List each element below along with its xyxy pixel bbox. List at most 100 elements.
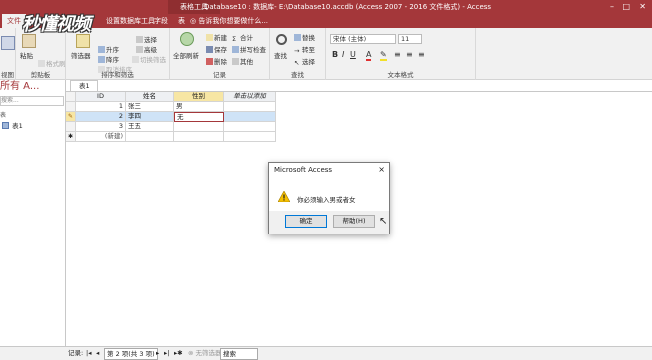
record-selector-current[interactable]: ✎ (66, 112, 76, 122)
prev-record-icon[interactable]: ◂ (96, 347, 99, 360)
font-name-select[interactable]: 宋体 (主体) (330, 34, 396, 44)
cell-name[interactable]: 王五 (126, 122, 174, 132)
find-label: 查找 (291, 71, 304, 79)
tab-table[interactable]: 表 (178, 14, 185, 28)
close-icon[interactable]: × (378, 165, 385, 174)
close-window-icon[interactable]: ✕ (639, 0, 646, 14)
next-record-icon[interactable]: ▸ (156, 347, 159, 360)
nav-item-table1[interactable]: 表1 (2, 120, 23, 130)
descending-button[interactable]: 降序 (98, 54, 119, 64)
document-tab-table1[interactable]: 表1 (70, 80, 98, 91)
delete-icon (206, 58, 213, 65)
align-right-icon[interactable]: ≡ (418, 50, 425, 59)
format-painter-button[interactable]: 格式刷 (38, 58, 66, 68)
save-record-button[interactable]: 保存 (206, 44, 227, 54)
records-label: 记录 (213, 71, 226, 79)
dialog-title: Microsoft Access (274, 166, 333, 174)
maximize-icon[interactable]: □ (622, 0, 630, 14)
column-header-gender[interactable]: 性别 (174, 92, 224, 102)
ascending-button[interactable]: 升序 (98, 44, 119, 54)
cell-empty[interactable] (174, 132, 224, 142)
record-position-field[interactable]: 第 2 项(共 3 项) (104, 348, 158, 360)
records-label: 记录: (68, 349, 84, 357)
filter-status[interactable]: ⊗ 无筛选器 (188, 347, 222, 360)
refresh-all-button[interactable]: 全部刷新 (173, 50, 199, 60)
tab-database-tools[interactable]: 设置数据库工具 (106, 14, 155, 28)
cell-empty[interactable] (126, 132, 174, 142)
nav-pane-header[interactable]: 所有 A... (0, 80, 66, 94)
text-format-label: 文本格式 (387, 71, 414, 79)
more-icon (232, 58, 239, 65)
font-size-select[interactable]: 11 (398, 34, 422, 44)
warning-icon (278, 191, 290, 202)
highlight-icon[interactable]: ✎ (380, 50, 387, 61)
cell-gender[interactable]: 男 (174, 102, 224, 112)
cell-gender[interactable] (174, 122, 224, 132)
cell-id[interactable]: 3 (76, 122, 126, 132)
nav-search-input[interactable]: 搜索... (0, 96, 64, 106)
help-button[interactable]: 帮助(H) (333, 215, 375, 228)
sort-filter-label: 排序和筛选 (101, 71, 134, 79)
cell-empty[interactable] (224, 102, 276, 112)
window-title: Database10 : 数据库- E:\Database10.accdb (A… (204, 3, 492, 11)
record-selector[interactable] (66, 122, 76, 132)
cell-empty[interactable] (224, 132, 276, 142)
brush-icon (38, 60, 45, 67)
clipboard-label: 剪贴板 (30, 71, 51, 79)
cell-empty[interactable] (224, 112, 276, 122)
select-button[interactable]: ↖ 选择 (294, 56, 315, 67)
select-all-cell[interactable] (66, 92, 76, 102)
font-color-icon[interactable]: A (366, 50, 372, 61)
selection-button[interactable]: 选择 (136, 34, 157, 44)
paste-icon[interactable] (22, 34, 36, 48)
new-record-selector[interactable]: ✱ (66, 132, 76, 142)
view-icon[interactable] (1, 36, 15, 50)
tab-field[interactable]: 字段 (154, 14, 168, 28)
replace-button[interactable]: 替换 (294, 32, 315, 42)
cell-name[interactable]: 李四 (126, 112, 174, 122)
nav-section-tables[interactable]: 表 (0, 110, 6, 119)
minimize-icon[interactable]: – (610, 0, 614, 14)
spelling-button[interactable]: 拼写检查 (232, 44, 266, 54)
ok-button[interactable]: 确定 (285, 215, 327, 228)
advanced-button[interactable]: 高级 (136, 44, 157, 54)
last-record-icon[interactable]: ▸| (164, 347, 169, 360)
cell-id[interactable]: 2 (76, 112, 126, 122)
filter-icon[interactable] (76, 34, 90, 48)
record-selector[interactable] (66, 102, 76, 112)
align-left-icon[interactable]: ≡ (394, 50, 401, 59)
navigation-pane: 所有 A... 搜索... 表 表1 (0, 80, 66, 346)
italic-icon[interactable]: I (342, 50, 344, 59)
record-search-input[interactable]: 搜索 (220, 348, 258, 360)
refresh-icon[interactable] (180, 32, 194, 46)
save-icon (206, 46, 213, 53)
column-header-add[interactable]: 单击以添加 (224, 92, 276, 102)
more-button[interactable]: 其他 (232, 56, 253, 66)
column-header-name[interactable]: 姓名 (126, 92, 174, 102)
cell-new[interactable]: (新建) (76, 132, 126, 142)
sort-asc-icon (98, 46, 105, 53)
underline-icon[interactable]: U (350, 50, 356, 59)
delete-record-button[interactable]: 删除 (206, 56, 227, 66)
bold-icon[interactable]: B (332, 50, 338, 59)
find-button[interactable]: 查找 (274, 50, 287, 60)
toggle-filter-button[interactable]: 切换筛选 (132, 54, 166, 64)
new-record-nav-icon[interactable]: ▸✱ (174, 347, 183, 360)
find-icon[interactable] (276, 34, 287, 45)
group-text-format: 宋体 (主体) 11 B I U A ✎ ≡ ≡ ≡ 文本格式 (326, 28, 476, 80)
cell-gender-editing[interactable]: 无 (174, 112, 224, 122)
group-records: 全部刷新 新建 保存 删除 Σ 合计 拼写检查 其他 记录 (170, 28, 270, 80)
totals-button[interactable]: Σ 合计 (232, 32, 253, 43)
first-record-icon[interactable]: |◂ (86, 347, 91, 360)
align-center-icon[interactable]: ≡ (406, 50, 413, 59)
column-header-id[interactable]: ID (76, 92, 126, 102)
cell-id[interactable]: 1 (76, 102, 126, 112)
tell-me-box[interactable]: ◎ 告诉我你想要做什么... (190, 14, 268, 28)
new-record-button[interactable]: 新建 (206, 32, 227, 42)
goto-button[interactable]: → 转至 (294, 44, 315, 55)
paste-button[interactable]: 粘贴 (20, 50, 33, 60)
group-views: 视图 (0, 28, 16, 80)
cell-name[interactable]: 张三 (126, 102, 174, 112)
filter-button[interactable]: 筛选器 (71, 50, 91, 60)
cell-empty[interactable] (224, 122, 276, 132)
